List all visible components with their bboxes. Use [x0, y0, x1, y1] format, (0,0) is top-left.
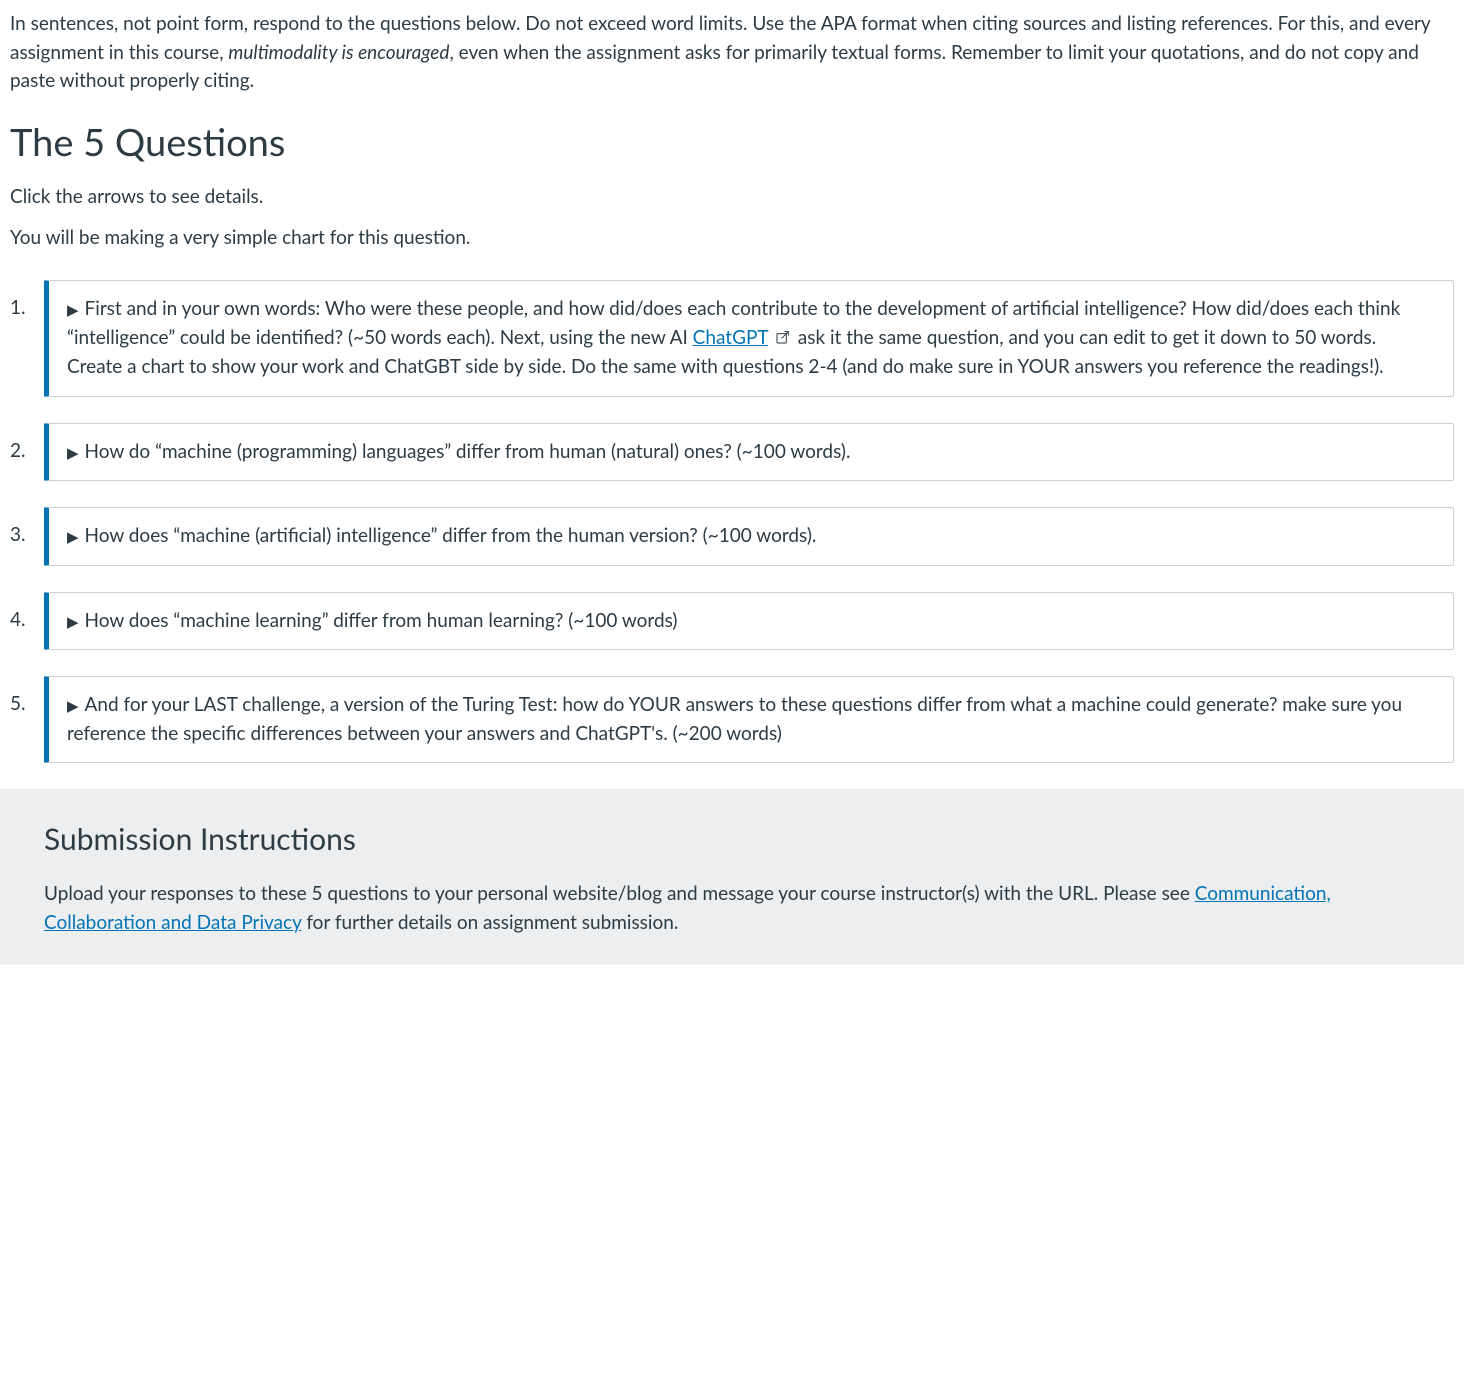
question-details-4[interactable]: ▶ How does “machine learning” differ from… [67, 607, 1435, 636]
question-details-1[interactable]: ▶First and in your own words: Who were t… [67, 295, 1435, 381]
question-details-2[interactable]: ▶ How do “machine (programming) languages… [67, 438, 1435, 467]
question-2-text: How do “machine (programming) languages”… [85, 440, 851, 463]
submission-text-after: for further details on assignment submis… [301, 911, 678, 934]
submission-instructions-block: Submission Instructions Upload your resp… [0, 789, 1464, 965]
subtext-chart-note: You will be making a very simple chart f… [10, 224, 1454, 253]
question-box-3: ▶ How does “machine (artificial) intellig… [44, 507, 1454, 566]
question-summary-2[interactable]: ▶ How do “machine (programming) languages… [67, 440, 850, 463]
arrow-right-icon: ▶ [67, 526, 79, 549]
question-item-2: ▶ How do “machine (programming) languages… [44, 423, 1454, 482]
question-summary-1[interactable]: ▶First and in your own words: Who were t… [67, 297, 1400, 378]
question-4-text: How does “machine learning” differ from … [85, 609, 678, 632]
question-item-4: ▶ How does “machine learning” differ from… [44, 592, 1454, 651]
question-box-5: ▶And for your LAST challenge, a version … [44, 676, 1454, 763]
questions-list: ▶First and in your own words: Who were t… [10, 280, 1454, 763]
arrow-right-icon: ▶ [67, 611, 79, 634]
subtext-click-arrows: Click the arrows to see details. [10, 183, 1454, 212]
question-box-1: ▶First and in your own words: Who were t… [44, 280, 1454, 396]
question-details-3[interactable]: ▶ How does “machine (artificial) intellig… [67, 522, 1435, 551]
question-summary-4[interactable]: ▶ How does “machine learning” differ from… [67, 609, 678, 632]
question-box-2: ▶ How do “machine (programming) languages… [44, 423, 1454, 482]
question-details-5[interactable]: ▶And for your LAST challenge, a version … [67, 691, 1435, 748]
section-heading: The 5 Questions [10, 120, 1454, 166]
external-link-icon [775, 325, 791, 354]
question-summary-3[interactable]: ▶ How does “machine (artificial) intellig… [67, 524, 816, 547]
intro-paragraph: In sentences, not point form, respond to… [10, 10, 1454, 96]
question-5-text: And for your LAST challenge, a version o… [67, 693, 1402, 745]
arrow-right-icon: ▶ [67, 695, 79, 718]
question-3-text: How does “machine (artificial) intellige… [85, 524, 817, 547]
submission-heading: Submission Instructions [44, 817, 1420, 862]
question-item-5: ▶And for your LAST challenge, a version … [44, 676, 1454, 763]
question-box-4: ▶ How does “machine learning” differ from… [44, 592, 1454, 651]
chatgpt-link[interactable]: ChatGPT [693, 326, 768, 349]
question-summary-5[interactable]: ▶And for your LAST challenge, a version … [67, 693, 1402, 745]
question-item-1: ▶First and in your own words: Who were t… [44, 280, 1454, 396]
submission-paragraph: Upload your responses to these 5 questio… [44, 880, 1420, 937]
arrow-right-icon: ▶ [67, 442, 79, 465]
intro-emphasis: multimodality is encouraged [228, 41, 449, 64]
arrow-right-icon: ▶ [67, 299, 79, 322]
question-item-3: ▶ How does “machine (artificial) intellig… [44, 507, 1454, 566]
submission-text-before: Upload your responses to these 5 questio… [44, 882, 1195, 905]
